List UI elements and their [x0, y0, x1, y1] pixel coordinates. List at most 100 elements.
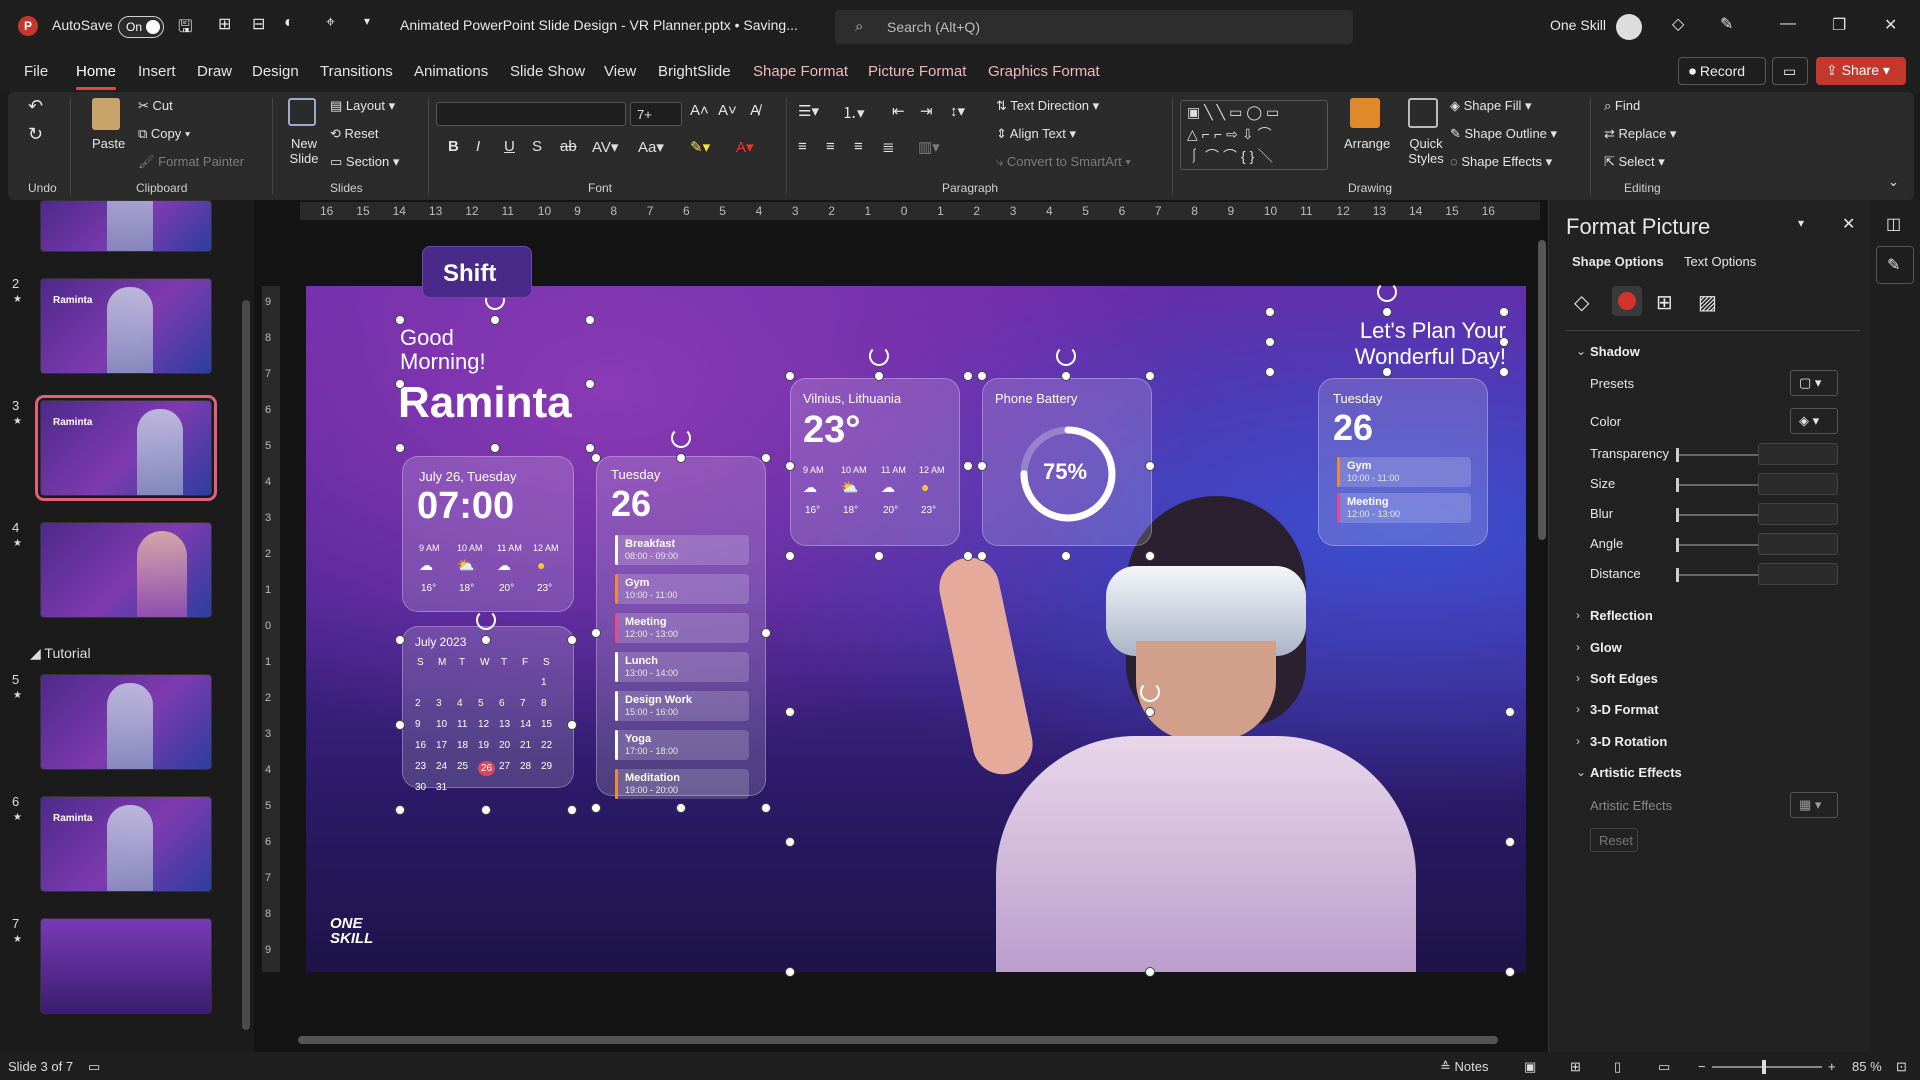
- zoom-in-icon[interactable]: +: [1828, 1059, 1836, 1074]
- rotate-handle-icon[interactable]: [671, 428, 691, 448]
- resize-handle[interactable]: [481, 805, 491, 815]
- tab-home[interactable]: Home: [76, 63, 117, 90]
- calendar-day[interactable]: 20: [499, 740, 510, 751]
- calendar-day[interactable]: 1: [541, 677, 547, 688]
- calendar-day[interactable]: 16: [415, 740, 426, 751]
- blur-input[interactable]: [1758, 503, 1838, 525]
- resize-handle[interactable]: [977, 551, 987, 561]
- tab-transitions[interactable]: Transitions: [320, 63, 393, 80]
- format-painter-button[interactable]: 🖌 Format Painter: [138, 154, 244, 170]
- quick-access-icon-3[interactable]: ◐: [284, 14, 294, 32]
- calendar-day[interactable]: 9: [415, 719, 421, 730]
- slide-thumb-1[interactable]: [40, 200, 212, 252]
- weather-card[interactable]: Vilnius, Lithuania 23° 9 AM 10 AM 11 AM …: [790, 378, 960, 546]
- calendar-day[interactable]: 10: [436, 719, 447, 730]
- transparency-slider[interactable]: [1676, 448, 1764, 462]
- calendar-day[interactable]: 19: [478, 740, 489, 751]
- bold-icon[interactable]: B: [448, 138, 459, 155]
- clock-weather-card[interactable]: July 26, Tuesday 07:00 9 AM 10 AM 11 AM …: [402, 456, 574, 612]
- reset-effects-button[interactable]: Reset: [1590, 828, 1638, 852]
- section-glow[interactable]: › Glow: [1576, 640, 1622, 655]
- search-box[interactable]: ⌕ Search (Alt+Q): [835, 10, 1353, 44]
- resize-handle[interactable]: [585, 443, 595, 453]
- highlight-icon[interactable]: ✎▾: [690, 138, 710, 156]
- shapes-gallery[interactable]: ▣╲╲▭◯▭ △⌐⌐⇨⇩⌒ ⎰⌒⌒{}╲: [1180, 100, 1328, 170]
- resize-handle[interactable]: [395, 720, 405, 730]
- resize-handle[interactable]: [963, 551, 973, 561]
- resize-handle[interactable]: [1145, 371, 1155, 381]
- font-name-combo[interactable]: [436, 102, 626, 126]
- quick-access-icon-2[interactable]: ⊟: [252, 14, 265, 34]
- resize-handle[interactable]: [785, 967, 795, 977]
- shape-outline-button[interactable]: ✎ Shape Outline ▾: [1450, 126, 1557, 142]
- tab-shape-format[interactable]: Shape Format: [753, 63, 848, 80]
- event-item[interactable]: Gym 10:00 - 11:00: [1337, 457, 1471, 487]
- zoom-level[interactable]: 85 %: [1852, 1059, 1882, 1074]
- resize-handle[interactable]: [1505, 967, 1515, 977]
- calendar-day[interactable]: 18: [457, 740, 468, 751]
- resize-handle[interactable]: [395, 315, 405, 325]
- section-button[interactable]: ▭ Section ▾: [330, 154, 399, 170]
- slide-thumb-3[interactable]: Raminta: [35, 395, 217, 501]
- calendar-day[interactable]: 24: [436, 761, 447, 772]
- tab-brightslide[interactable]: BrightSlide: [658, 63, 731, 80]
- tab-animations[interactable]: Animations: [414, 63, 488, 80]
- tab-text-options[interactable]: Text Options: [1684, 254, 1756, 269]
- align-right-icon[interactable]: ≡: [854, 138, 863, 155]
- calendar-day[interactable]: 17: [436, 740, 447, 751]
- normal-view-icon[interactable]: ▣: [1524, 1059, 1536, 1075]
- shrink-font-icon[interactable]: A˅: [718, 102, 737, 119]
- effects-tab[interactable]: [1612, 286, 1642, 316]
- size-slider[interactable]: [1676, 478, 1764, 492]
- avatar[interactable]: [1616, 14, 1642, 40]
- calendar-day[interactable]: 12: [478, 719, 489, 730]
- resize-handle[interactable]: [1499, 367, 1509, 377]
- reading-view-icon[interactable]: ▯: [1614, 1059, 1621, 1075]
- resize-handle[interactable]: [676, 803, 686, 813]
- distance-input[interactable]: [1758, 563, 1838, 585]
- italic-icon[interactable]: I: [476, 138, 480, 155]
- collapse-ribbon-icon[interactable]: ⌄: [1888, 174, 1899, 190]
- tab-slide-show[interactable]: Slide Show: [510, 63, 585, 80]
- resize-handle[interactable]: [1145, 551, 1155, 561]
- resize-handle[interactable]: [963, 461, 973, 471]
- resize-handle[interactable]: [1145, 461, 1155, 471]
- tagline-text[interactable]: Let's Plan Your Wonderful Day!: [1276, 318, 1506, 370]
- text-direction-button[interactable]: ⇅ Text Direction ▾: [996, 98, 1099, 114]
- section-tutorial[interactable]: ◢ Tutorial: [30, 645, 91, 662]
- layout-button[interactable]: ▤ Layout ▾: [330, 98, 395, 114]
- tab-graphics-format[interactable]: Graphics Format: [988, 63, 1100, 80]
- resize-handle[interactable]: [963, 371, 973, 381]
- bullets-icon[interactable]: ☰▾: [798, 102, 819, 120]
- resize-handle[interactable]: [874, 551, 884, 561]
- rotate-handle-icon[interactable]: [869, 346, 889, 366]
- fill-line-icon[interactable]: ◇: [1574, 290, 1589, 315]
- resize-handle[interactable]: [1265, 307, 1275, 317]
- calendar-day[interactable]: 4: [457, 698, 463, 709]
- underline-icon[interactable]: U: [504, 138, 515, 155]
- columns-icon[interactable]: ▥▾: [918, 138, 940, 156]
- resize-handle[interactable]: [567, 720, 577, 730]
- angle-slider[interactable]: [1676, 538, 1764, 552]
- resize-handle[interactable]: [1061, 371, 1071, 381]
- arrange-button[interactable]: Arrange: [1344, 136, 1390, 151]
- section-soft-edges[interactable]: › Soft Edges: [1576, 671, 1658, 686]
- calendar-day[interactable]: 3: [436, 698, 442, 709]
- numbering-icon[interactable]: ⒈▾: [842, 102, 865, 123]
- resize-handle[interactable]: [785, 371, 795, 381]
- horizontal-scrollbar[interactable]: [298, 1036, 1498, 1044]
- record-button[interactable]: ⏺ Record: [1678, 57, 1766, 85]
- event-item[interactable]: Meeting 12:00 - 13:00: [615, 613, 749, 643]
- calendar-day[interactable]: 31: [436, 782, 447, 793]
- section-shadow[interactable]: ⌄ Shadow: [1576, 344, 1640, 359]
- mini-schedule-card[interactable]: Tuesday 26 Gym 10:00 - 11:00 Meeting 12:00…: [1318, 378, 1488, 546]
- transparency-input[interactable]: [1758, 443, 1838, 465]
- save-icon[interactable]: 🖫: [178, 14, 192, 43]
- event-item[interactable]: Design Work 15:00 - 16:00: [615, 691, 749, 721]
- resize-handle[interactable]: [395, 443, 405, 453]
- fit-slide-icon[interactable]: ⊡: [1896, 1059, 1907, 1075]
- char-spacing-icon[interactable]: AV▾: [592, 138, 618, 156]
- tab-draw[interactable]: Draw: [197, 63, 232, 80]
- resize-handle[interactable]: [1265, 367, 1275, 377]
- calendar-day[interactable]: 30: [415, 782, 426, 793]
